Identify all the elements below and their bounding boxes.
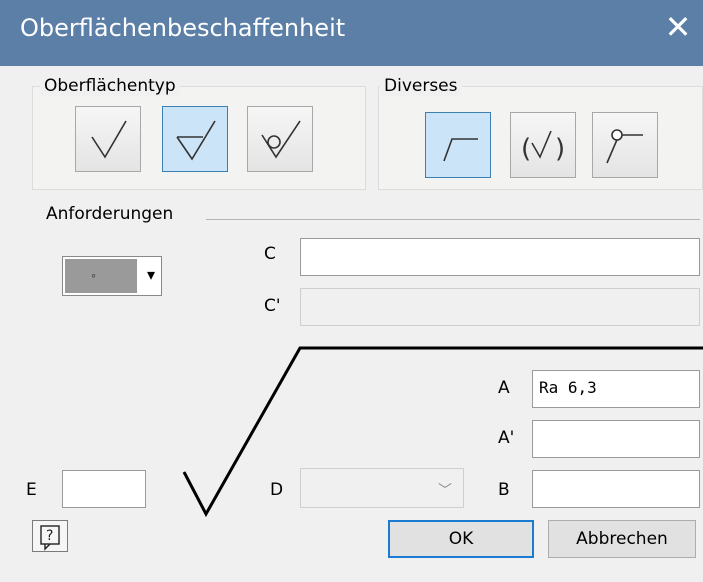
b-label: B <box>498 480 510 500</box>
ok-button[interactable]: OK <box>388 520 534 558</box>
e-label: E <box>26 480 37 500</box>
window-title: Oberflächenbeschaffenheit <box>20 14 346 42</box>
d-label: D <box>270 480 284 500</box>
help-icon: ? <box>40 525 60 551</box>
close-icon[interactable]: ✕ <box>663 11 693 43</box>
cancel-button[interactable]: Abbrechen <box>548 520 696 558</box>
b-input[interactable] <box>532 470 700 508</box>
a-label: A <box>498 378 510 398</box>
svg-text:?: ? <box>46 528 53 544</box>
a-prime-label: A' <box>498 428 515 448</box>
a-prime-input[interactable] <box>532 420 700 458</box>
dialog-body: Oberflächentyp Diverses ( ) Anforderunge… <box>0 66 703 582</box>
e-input[interactable] <box>62 470 146 508</box>
title-bar: Oberflächenbeschaffenheit ✕ <box>0 0 703 66</box>
a-input[interactable]: Ra 6,3 <box>532 370 700 408</box>
help-button[interactable]: ? <box>32 520 68 552</box>
chevron-down-icon: ﹀ <box>438 482 452 498</box>
